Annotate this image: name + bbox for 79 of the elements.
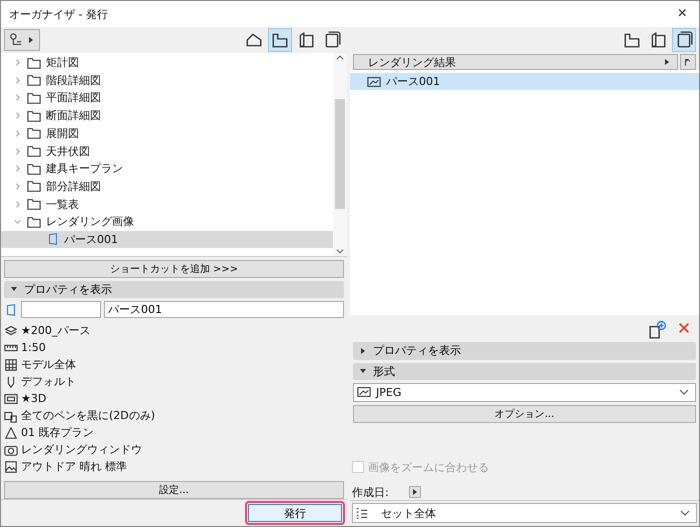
publish-button[interactable]: 発行: [248, 504, 342, 522]
property-value: 1:50: [21, 341, 46, 354]
view-tab[interactable]: [268, 28, 292, 52]
list-icon: [355, 506, 369, 520]
tree-item[interactable]: 一覧表: [1, 195, 333, 213]
tree-item[interactable]: 展開図: [1, 124, 333, 142]
tree-item[interactable]: 建具キープラン: [1, 160, 333, 178]
stack-icon: [675, 30, 693, 49]
property-value: アウトドア 晴れ 標準: [21, 459, 127, 474]
collapsed-arrow-icon: [410, 488, 419, 496]
folder-icon: [271, 30, 289, 49]
property-value: ★3D: [21, 392, 46, 406]
stack-icon: [323, 30, 341, 49]
folder-icon: [26, 108, 42, 123]
new-folder-icon: [649, 321, 667, 340]
tree-item[interactable]: 平面詳細図: [1, 89, 333, 107]
view-icon: [4, 302, 18, 317]
folder-icon: [26, 179, 42, 194]
image-icon: [366, 74, 382, 89]
image-icon: [4, 460, 18, 474]
property-value: 全てのペンを黒に(2Dのみ): [21, 408, 156, 424]
image-icon: [356, 385, 372, 400]
property-value: モデル全体: [21, 357, 76, 372]
folder-icon: [26, 73, 42, 88]
dropdown-caret-icon: [680, 509, 690, 518]
collapsed-arrow-icon: [663, 58, 671, 66]
folder-icon: [26, 144, 42, 158]
folder-icon: [26, 162, 42, 176]
add-shortcut-button[interactable]: ショートカットを追加 >>>: [4, 260, 344, 278]
grid-icon: [4, 358, 18, 372]
tree-icon: [9, 32, 23, 47]
name-field[interactable]: パース001: [104, 301, 344, 318]
window-title: オーガナイザ - 発行: [9, 6, 108, 22]
view-icon: [46, 232, 60, 246]
folder-icon: [26, 126, 42, 140]
up-arrow-icon: [683, 57, 693, 68]
view-tab[interactable]: [672, 28, 696, 52]
close-button[interactable]: ×: [674, 5, 691, 23]
tree-item[interactable]: 矩計図: [1, 54, 333, 72]
folder-icon: [26, 90, 42, 105]
collapsed-arrow-icon: [27, 36, 35, 44]
format-dropdown[interactable]: JPEG: [353, 383, 696, 402]
folder-icon: [26, 56, 42, 70]
folder-icon: [26, 197, 42, 212]
tree-item[interactable]: 階段詳細図: [1, 71, 333, 90]
checkbox-label: 画像をズームに合わせる: [368, 460, 489, 475]
property-value: デフォルト: [21, 374, 76, 390]
date-expand-button[interactable]: [408, 486, 421, 498]
section-header[interactable]: 形式: [353, 362, 696, 380]
result-item[interactable]: パース001: [350, 73, 699, 90]
dropdown-caret-icon: [679, 388, 689, 396]
created-date-label: 作成日:: [352, 484, 389, 500]
sheet-icon: [649, 30, 667, 49]
tree-item[interactable]: パース001: [1, 230, 333, 248]
id-field[interactable]: [21, 301, 101, 318]
close-icon: [677, 321, 691, 336]
property-value: ★200_パース: [21, 323, 90, 338]
tree-item[interactable]: レンダリング画像: [1, 212, 333, 231]
layers-icon: [4, 324, 18, 338]
tree-item[interactable]: 天井伏図: [1, 142, 333, 160]
options-button[interactable]: オプション...: [353, 404, 696, 423]
section-header[interactable]: プロパティを表示: [353, 342, 696, 360]
tree-item[interactable]: 部分詳細図: [1, 178, 333, 196]
house-icon: [245, 30, 263, 49]
section-header[interactable]: プロパティを表示: [4, 280, 344, 298]
property-value: レンダリングウィンドウ: [21, 442, 142, 458]
window-icon: [4, 392, 18, 406]
scrollbar-thumb[interactable]: [335, 99, 345, 210]
set-dropdown[interactable]: セット全体: [352, 503, 697, 524]
marker-icon: [4, 426, 18, 440]
folder-icon: [623, 30, 641, 49]
property-value: 01 既存プラン: [21, 425, 94, 440]
settings-button[interactable]: 設定...: [4, 481, 344, 500]
sheet-icon: [297, 30, 315, 49]
folder-icon: [26, 214, 42, 229]
results-header: レンダリング結果: [353, 54, 678, 70]
up-button[interactable]: [680, 54, 696, 70]
tree-menu-button[interactable]: [4, 28, 40, 51]
tree-item[interactable]: 断面詳細図: [1, 106, 333, 124]
